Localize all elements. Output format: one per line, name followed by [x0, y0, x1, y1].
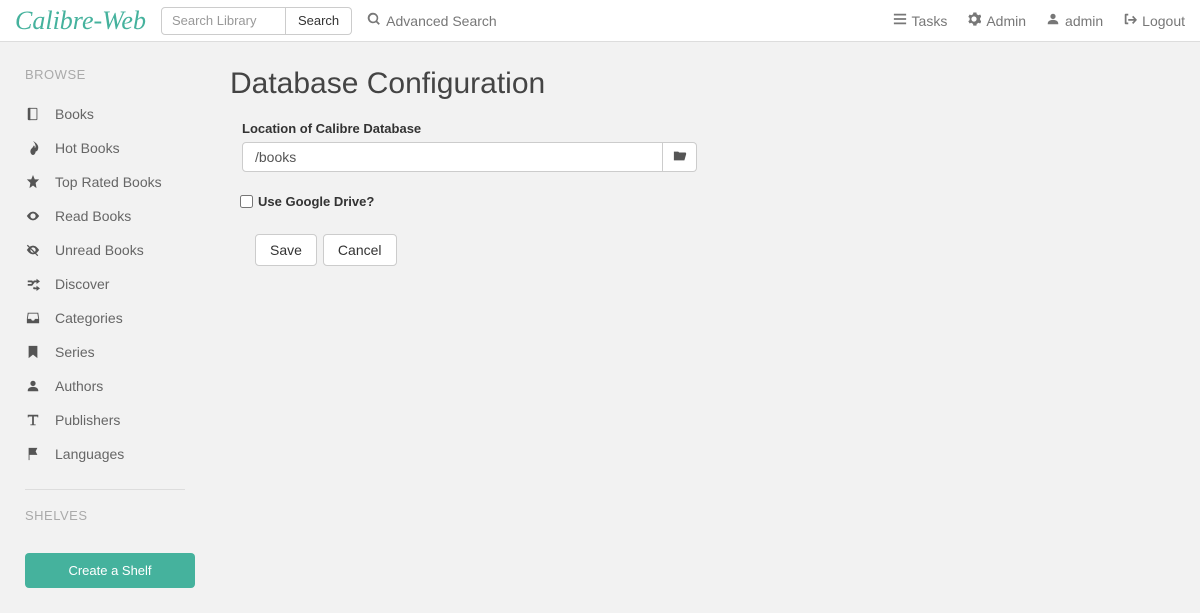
- search-icon: [367, 12, 381, 29]
- tasks-icon: [893, 12, 907, 29]
- gdrive-checkbox[interactable]: [240, 195, 253, 208]
- logout-link[interactable]: Logout: [1123, 12, 1185, 29]
- text-icon: [25, 413, 41, 427]
- top-navbar: Calibre-Web Search Advanced Search Tasks…: [0, 0, 1200, 42]
- gdrive-checkbox-group: Use Google Drive?: [240, 194, 1170, 209]
- sidebar-item-hot-books[interactable]: Hot Books: [25, 131, 185, 165]
- sidebar-item-label: Publishers: [55, 412, 120, 428]
- sidebar-item-label: Top Rated Books: [55, 174, 162, 190]
- sidebar-item-authors[interactable]: Authors: [25, 369, 185, 403]
- search-input[interactable]: [161, 7, 286, 35]
- random-icon: [25, 277, 41, 291]
- tasks-link[interactable]: Tasks: [893, 12, 948, 29]
- search-form: Search: [161, 7, 352, 35]
- sidebar-item-label: Series: [55, 344, 95, 360]
- user-label: admin: [1065, 13, 1103, 29]
- advanced-search-link[interactable]: Advanced Search: [367, 12, 497, 29]
- sidebar-item-label: Languages: [55, 446, 124, 462]
- main-content: Database Configuration Location of Calib…: [200, 42, 1200, 613]
- user-link[interactable]: admin: [1046, 12, 1103, 29]
- db-location-label: Location of Calibre Database: [242, 121, 1170, 136]
- search-button[interactable]: Search: [286, 7, 352, 35]
- flag-icon: [25, 447, 41, 461]
- star-icon: [25, 175, 41, 189]
- book-icon: [25, 107, 41, 121]
- create-shelf-button[interactable]: Create a Shelf: [25, 553, 195, 588]
- logout-label: Logout: [1142, 13, 1185, 29]
- sidebar-item-label: Hot Books: [55, 140, 120, 156]
- save-button[interactable]: Save: [255, 234, 317, 266]
- brand-logo[interactable]: Calibre-Web: [15, 6, 146, 36]
- sidebar-item-books[interactable]: Books: [25, 97, 185, 131]
- form-button-row: Save Cancel: [255, 234, 1170, 266]
- sidebar-item-label: Authors: [55, 378, 103, 394]
- eye-icon: [25, 209, 41, 223]
- sidebar-item-label: Books: [55, 106, 94, 122]
- sidebar-item-label: Unread Books: [55, 242, 144, 258]
- sidebar-item-categories[interactable]: Categories: [25, 301, 185, 335]
- sidebar-item-discover[interactable]: Discover: [25, 267, 185, 301]
- sidebar-item-series[interactable]: Series: [25, 335, 185, 369]
- sidebar-item-label: Read Books: [55, 208, 131, 224]
- sidebar-item-top-rated[interactable]: Top Rated Books: [25, 165, 185, 199]
- browse-heading: BROWSE: [25, 67, 185, 82]
- db-location-input[interactable]: [242, 142, 663, 172]
- user-icon: [25, 379, 41, 393]
- sidebar-item-read-books[interactable]: Read Books: [25, 199, 185, 233]
- admin-link[interactable]: Admin: [967, 12, 1026, 29]
- folder-open-icon: [673, 149, 687, 166]
- tasks-label: Tasks: [912, 13, 948, 29]
- sidebar: BROWSE Books Hot Books Top Rated Books R…: [0, 42, 200, 613]
- sidebar-item-label: Discover: [55, 276, 109, 292]
- sidebar-divider: [25, 489, 185, 490]
- fire-icon: [25, 141, 41, 155]
- gear-icon: [967, 12, 981, 29]
- logout-icon: [1123, 12, 1137, 29]
- inbox-icon: [25, 311, 41, 325]
- sidebar-item-publishers[interactable]: Publishers: [25, 403, 185, 437]
- gdrive-label[interactable]: Use Google Drive?: [258, 194, 374, 209]
- sidebar-item-languages[interactable]: Languages: [25, 437, 185, 471]
- user-icon: [1046, 12, 1060, 29]
- eye-slash-icon: [25, 243, 41, 257]
- db-location-input-group: [242, 142, 697, 172]
- advanced-search-label: Advanced Search: [386, 13, 497, 29]
- sidebar-item-unread-books[interactable]: Unread Books: [25, 233, 185, 267]
- browse-folder-button[interactable]: [663, 142, 697, 172]
- page-title: Database Configuration: [230, 67, 1170, 101]
- admin-label: Admin: [986, 13, 1026, 29]
- nav-right: Tasks Admin admin Logout: [893, 12, 1185, 29]
- cancel-button[interactable]: Cancel: [323, 234, 397, 266]
- sidebar-item-label: Categories: [55, 310, 123, 326]
- shelves-heading: SHELVES: [25, 508, 185, 523]
- bookmark-icon: [25, 345, 41, 359]
